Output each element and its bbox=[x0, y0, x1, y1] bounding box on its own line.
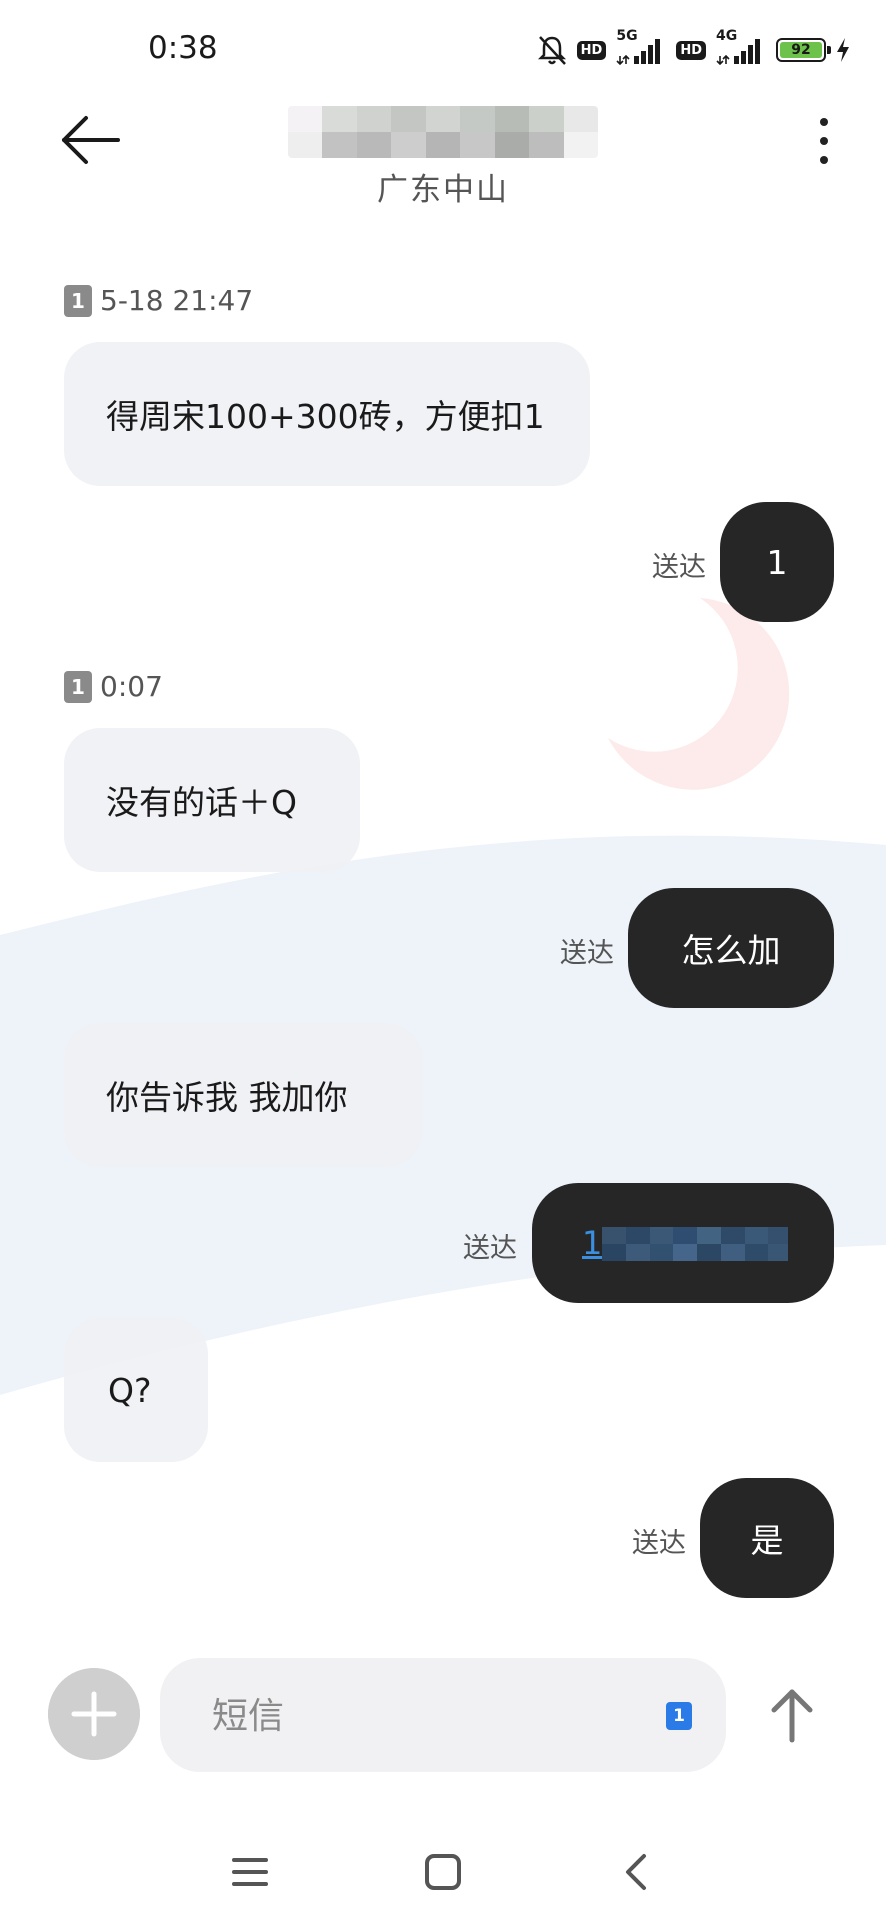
incoming-message[interactable]: 你告诉我 我加你 bbox=[64, 1023, 422, 1167]
sim-card-icon: 1 bbox=[64, 670, 92, 703]
network-5g-label: 5G bbox=[616, 28, 638, 44]
contact-location: 广东中山 bbox=[377, 172, 509, 208]
add-icon[interactable] bbox=[48, 1668, 140, 1760]
sim-card-icon: 1 bbox=[64, 284, 92, 317]
signal-4g-icon: 4G bbox=[716, 28, 766, 66]
message-text: 怎么加 bbox=[681, 931, 781, 970]
home-icon[interactable] bbox=[421, 1850, 465, 1894]
arrow-up-icon[interactable] bbox=[760, 1670, 824, 1760]
hd-icon: HD bbox=[676, 40, 706, 60]
message-text: 没有的话＋Q bbox=[106, 783, 297, 822]
status-icons: HD 5G HD 4G 92 bbox=[537, 28, 850, 66]
message-composer: 1 bbox=[0, 1650, 886, 1780]
bell-off-icon bbox=[537, 36, 566, 65]
incoming-message[interactable]: 得周宋100+300砖，方便扣1 bbox=[64, 342, 590, 486]
delivered-status: 送达 bbox=[560, 938, 614, 969]
outgoing-message[interactable]: 1 bbox=[532, 1183, 834, 1303]
network-4g-label: 4G bbox=[716, 28, 738, 44]
back-icon[interactable] bbox=[614, 1850, 658, 1894]
battery-level: 92 bbox=[780, 42, 822, 58]
outgoing-message[interactable]: 1 bbox=[720, 502, 834, 622]
message-input-box: 1 bbox=[160, 1658, 726, 1774]
phone-number-link[interactable]: 1 bbox=[582, 1223, 788, 1263]
sim-select-icon[interactable]: 1 bbox=[666, 1702, 692, 1730]
contact-name-redacted bbox=[288, 106, 598, 158]
outgoing-message[interactable]: 怎么加 bbox=[628, 888, 834, 1008]
timestamp: 1 5-18 21:47 bbox=[64, 284, 253, 317]
signal-5g-icon: 5G bbox=[616, 28, 666, 66]
phone-number-first-digit: 1 bbox=[582, 1224, 603, 1262]
more-vert-icon[interactable] bbox=[802, 114, 846, 168]
delivered-status: 送达 bbox=[463, 1233, 517, 1264]
message-text: Q? bbox=[108, 1370, 152, 1410]
conversation-header: 广东中山 bbox=[0, 100, 886, 220]
incoming-message[interactable]: Q? bbox=[64, 1318, 208, 1462]
menu-icon[interactable] bbox=[228, 1850, 272, 1894]
delivered-status: 送达 bbox=[652, 552, 706, 583]
timestamp-text: 5-18 21:47 bbox=[100, 284, 254, 317]
system-nav-bar bbox=[0, 1820, 886, 1920]
message-input[interactable] bbox=[210, 1658, 614, 1774]
back-arrow-icon[interactable] bbox=[58, 112, 124, 168]
incoming-message[interactable]: 没有的话＋Q bbox=[64, 728, 360, 872]
status-time: 0:38 bbox=[148, 30, 218, 66]
timestamp-text: 0:07 bbox=[100, 670, 163, 703]
message-text: 得周宋100+300砖，方便扣1 bbox=[106, 397, 545, 436]
message-text: 1 bbox=[766, 542, 788, 582]
hd-icon: HD bbox=[576, 40, 607, 60]
message-text: 是 bbox=[750, 1521, 784, 1560]
delivered-status: 送达 bbox=[632, 1528, 686, 1559]
battery-icon: 92 bbox=[776, 38, 831, 62]
charging-icon bbox=[837, 38, 849, 62]
phone-number-redacted bbox=[602, 1227, 788, 1261]
status-bar: 0:38 HD 5G HD 4G 92 bbox=[0, 0, 886, 100]
outgoing-message[interactable]: 是 bbox=[700, 1478, 834, 1598]
message-text: 你告诉我 我加你 bbox=[106, 1078, 348, 1117]
timestamp: 1 0:07 bbox=[64, 670, 163, 703]
